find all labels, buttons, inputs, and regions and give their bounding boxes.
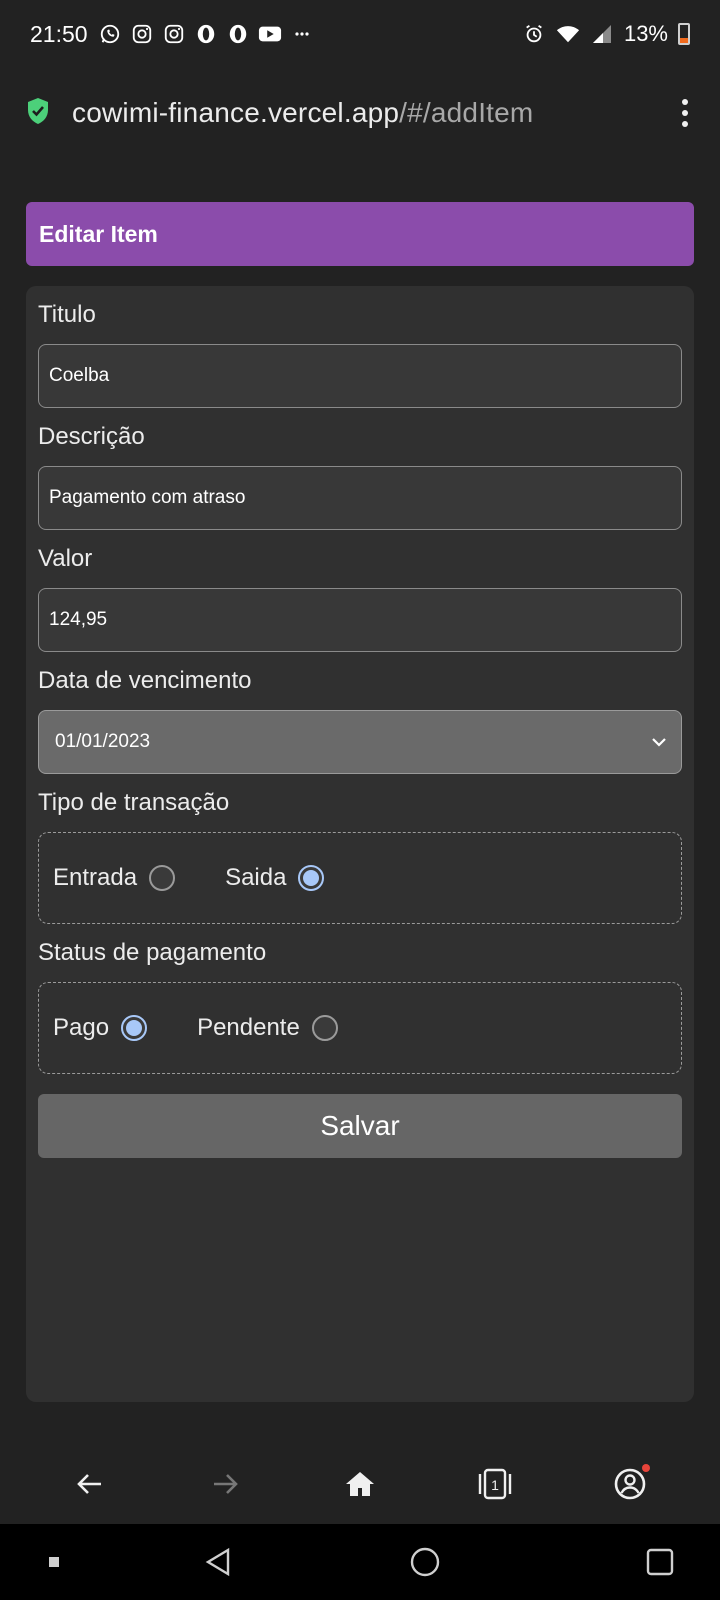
page-header: Editar Item xyxy=(26,202,694,266)
back-triangle-icon[interactable] xyxy=(189,1537,249,1587)
recents-dot-icon[interactable] xyxy=(34,1542,74,1582)
valor-label: Valor xyxy=(38,545,93,572)
status-bar: 21:50 13% xyxy=(0,0,720,68)
whatsapp-icon xyxy=(98,22,122,46)
vencimento-select[interactable]: 01/01/2023 xyxy=(38,710,682,774)
battery-icon xyxy=(678,23,690,45)
url-text[interactable]: cowimi-finance.vercel.app/#/addItem xyxy=(72,97,533,129)
page-title: Editar Item xyxy=(39,220,158,247)
chevron-down-icon xyxy=(652,738,666,747)
system-nav-bar xyxy=(0,1524,720,1600)
home-circle-icon[interactable] xyxy=(395,1537,455,1587)
status-label: Status de pagamento xyxy=(38,939,267,966)
vencimento-label: Data de vencimento xyxy=(38,667,252,694)
forward-arrow-icon[interactable] xyxy=(197,1456,253,1512)
tabs-icon[interactable]: 1 xyxy=(467,1456,523,1512)
url-domain: cowimi-finance.vercel.app xyxy=(72,97,400,128)
instagram-icon xyxy=(162,22,186,46)
tipo-radio-group: Entrada Saida xyxy=(38,832,682,924)
titulo-label: Titulo xyxy=(38,301,96,328)
opera-icon xyxy=(194,22,218,46)
radio-pendente[interactable] xyxy=(311,1015,338,1041)
edit-item-form: Titulo Descrição Valor Data de venciment… xyxy=(26,286,694,1402)
overview-square-icon[interactable] xyxy=(630,1537,690,1587)
radio-option-pago[interactable]: Pago xyxy=(53,1014,148,1042)
save-button[interactable]: Salvar xyxy=(38,1094,682,1158)
back-arrow-icon[interactable] xyxy=(62,1456,118,1512)
home-icon[interactable] xyxy=(332,1456,388,1512)
radio-label: Pago xyxy=(53,1014,110,1041)
instagram-icon xyxy=(130,22,154,46)
vencimento-value: 01/01/2023 xyxy=(55,731,151,752)
more-notifications-icon xyxy=(290,22,314,46)
opera-icon xyxy=(226,22,250,46)
signal-icon xyxy=(590,22,614,46)
radio-option-pendente[interactable]: Pendente xyxy=(197,1014,338,1042)
tipo-label: Tipo de transação xyxy=(38,789,230,816)
radio-saida[interactable] xyxy=(298,865,325,891)
radio-pago[interactable] xyxy=(121,1015,148,1041)
secure-shield-icon[interactable] xyxy=(26,97,50,130)
notification-icons xyxy=(98,22,314,46)
url-path: /#/addItem xyxy=(399,97,534,128)
titulo-input[interactable] xyxy=(38,344,682,408)
alarm-icon xyxy=(522,22,546,46)
tabs-count: 1 xyxy=(491,1477,499,1493)
browser-menu-icon[interactable] xyxy=(676,93,694,133)
radio-option-entrada[interactable]: Entrada xyxy=(53,864,176,892)
status-right: 13% xyxy=(522,21,690,47)
battery-percent: 13% xyxy=(623,21,668,46)
radio-label: Entrada xyxy=(53,864,138,891)
valor-input[interactable] xyxy=(38,588,682,652)
account-icon[interactable] xyxy=(602,1456,658,1512)
radio-option-saida[interactable]: Saida xyxy=(225,864,325,892)
descricao-label: Descrição xyxy=(38,423,145,450)
radio-entrada[interactable] xyxy=(149,865,176,891)
wifi-icon xyxy=(556,22,580,46)
youtube-icon xyxy=(258,22,282,46)
browser-bottom-nav: 1 xyxy=(0,1444,720,1524)
notification-dot xyxy=(642,1464,651,1472)
address-bar[interactable]: cowimi-finance.vercel.app/#/addItem xyxy=(0,68,720,158)
status-radio-group: Pago Pendente xyxy=(38,982,682,1074)
radio-label: Pendente xyxy=(197,1014,300,1041)
status-time: 21:50 xyxy=(30,20,88,47)
radio-label: Saida xyxy=(225,864,287,891)
descricao-input[interactable] xyxy=(38,466,682,530)
